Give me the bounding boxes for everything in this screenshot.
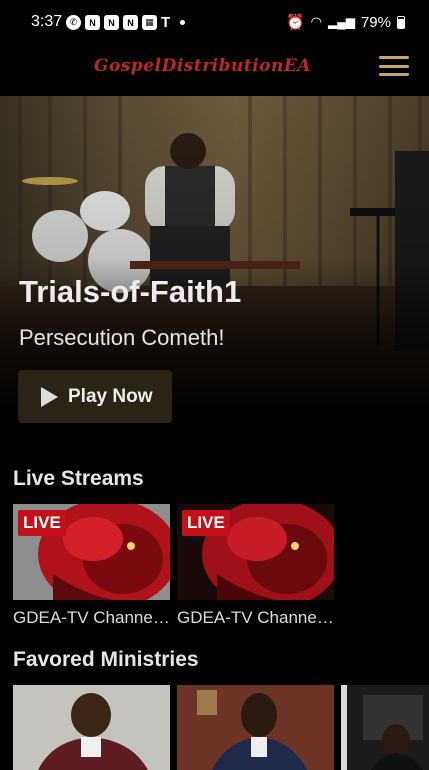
live-badge: LIVE [18, 510, 66, 536]
live-stream-title: GDEA-TV Channel... [13, 608, 170, 627]
play-now-label: Play Now [68, 385, 153, 407]
play-icon [41, 386, 58, 407]
live-streams-heading: Live Streams [13, 467, 144, 490]
app-header: GospelDistributionEA [0, 46, 429, 96]
n-app-icon: N [104, 15, 119, 30]
status-right: ⏰ ◠ ▂▄▆ 79% [286, 13, 405, 31]
favored-ministries-heading: Favored Ministries [13, 648, 199, 671]
ministry-card[interactable] [341, 685, 429, 770]
live-stream-thumbnail: LIVE [13, 504, 170, 600]
wifi-icon: ◠ [310, 14, 322, 29]
brand-logo[interactable]: GospelDistributionEA [94, 56, 311, 76]
hero-title: Trials-of-Faith1 [19, 274, 242, 309]
qr-app-icon: ▦ [142, 15, 157, 30]
whatsapp-icon: ✆ [66, 15, 81, 30]
t-mobile-icon: T [161, 14, 171, 31]
status-bar: 3:37 ✆ N N N ▦ T ⏰ ◠ ▂▄▆ 79% [0, 0, 429, 46]
live-stream-thumbnail: LIVE [177, 504, 334, 600]
more-notifications-dot [180, 20, 186, 25]
n-app-icon: N [85, 15, 100, 30]
live-badge: LIVE [182, 510, 230, 536]
live-stream-title: GDEA-TV Channel... [177, 608, 334, 627]
hero-banner[interactable]: Trials-of-Faith1 Persecution Cometh! Pla… [0, 96, 429, 456]
live-stream-card[interactable]: LIVE GDEA-TV Channel... [13, 504, 170, 628]
status-time: 3:37 [31, 13, 63, 30]
play-now-button[interactable]: Play Now [18, 370, 172, 423]
live-stream-card[interactable]: LIVE GDEA-TV Channel... [177, 504, 334, 628]
signal-icon: ▂▄▆ [328, 15, 355, 29]
ministry-card[interactable] [177, 685, 334, 770]
battery-percent: 79% [360, 13, 391, 31]
hamburger-menu-icon[interactable] [379, 54, 409, 78]
alarm-icon: ⏰ [285, 14, 305, 31]
n-app-icon: N [123, 15, 138, 30]
battery-icon [397, 15, 405, 29]
notification-icons: ✆ N N N ▦ T [66, 14, 186, 31]
ministry-card[interactable] [13, 685, 170, 770]
hero-subtitle: Persecution Cometh! [19, 325, 225, 350]
